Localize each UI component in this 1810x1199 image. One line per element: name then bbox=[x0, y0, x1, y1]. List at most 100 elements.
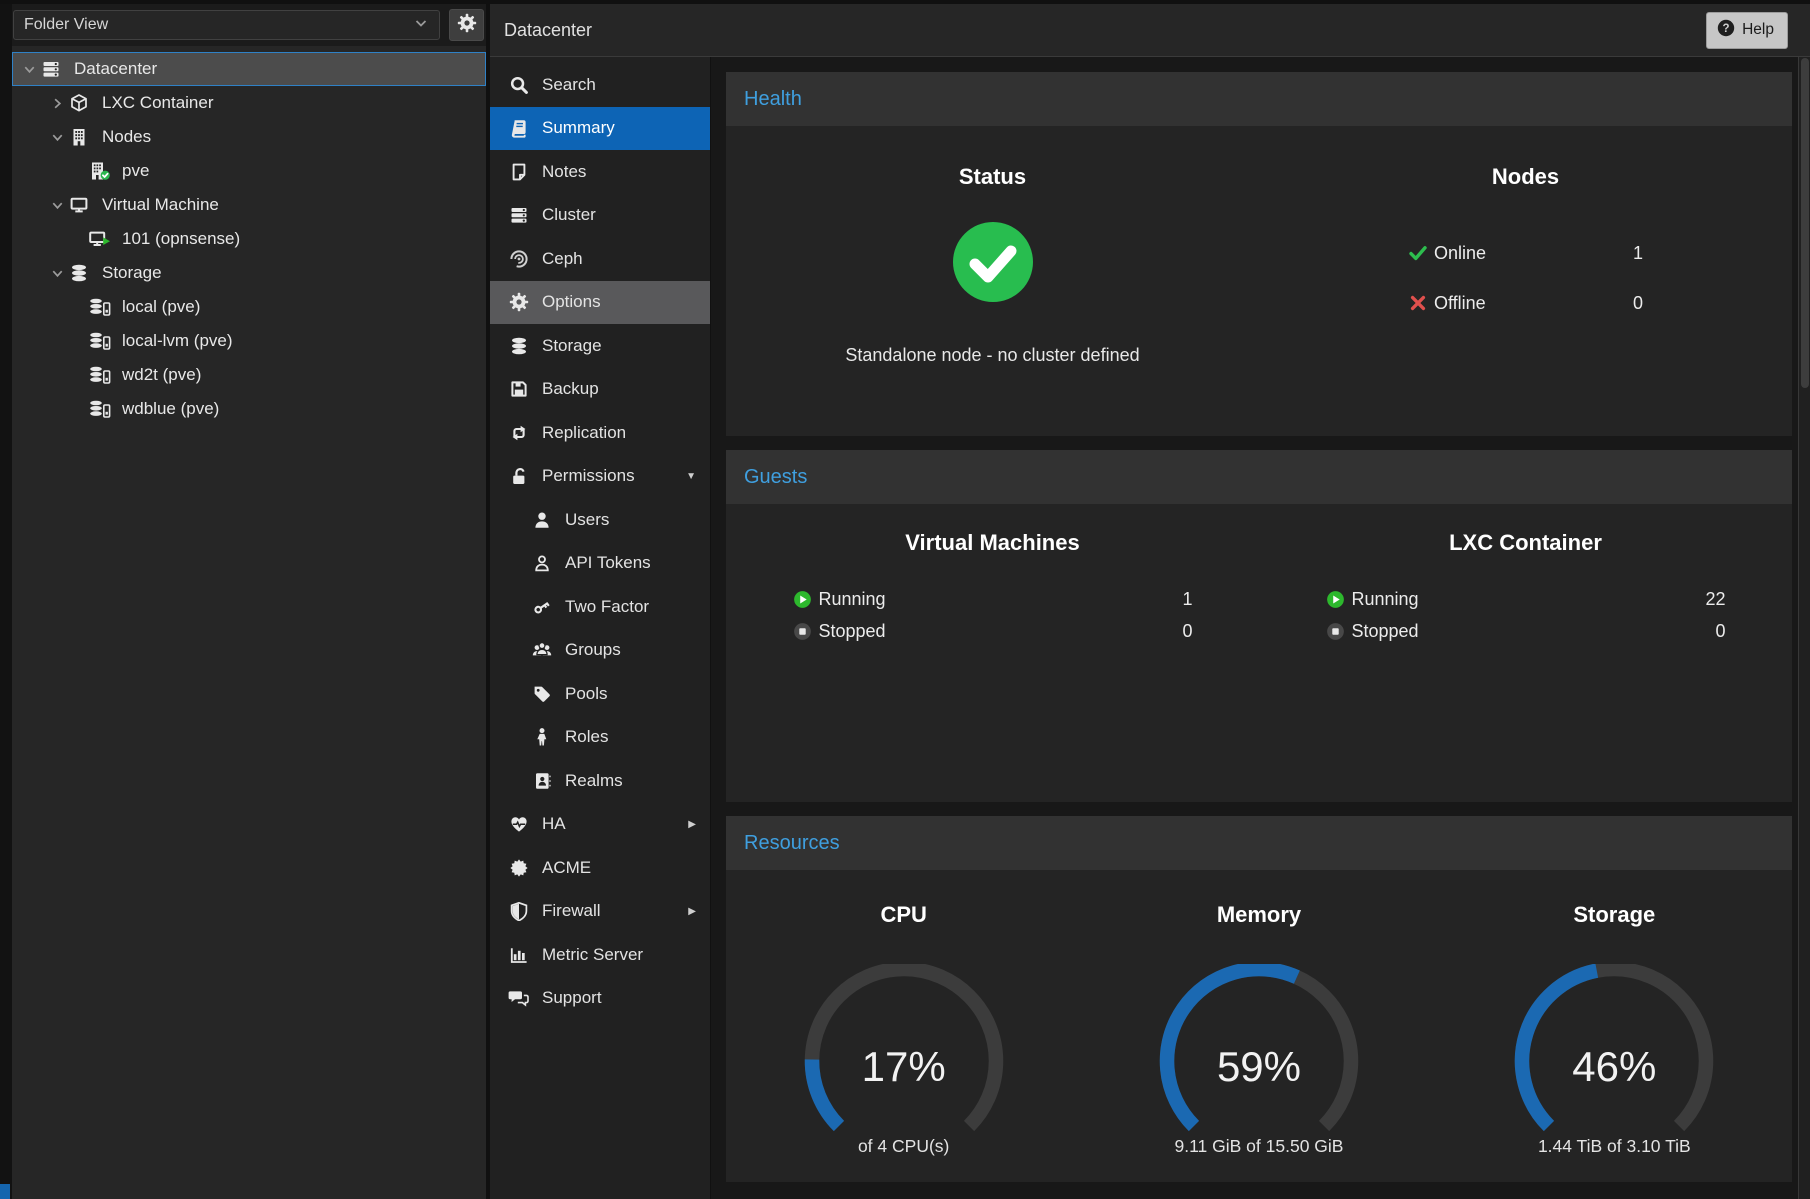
chevron-right-icon[interactable] bbox=[46, 96, 68, 111]
vertical-scrollbar[interactable] bbox=[1798, 57, 1810, 1199]
collapsed-panel-edge bbox=[0, 1184, 10, 1199]
proxmox-datacenter-window: Folder View Datacenter LXC Container Nodes… bbox=[0, 0, 1810, 1199]
check-icon bbox=[1408, 243, 1434, 263]
guests-panel-title: Guests bbox=[744, 466, 807, 489]
view-selector[interactable]: Folder View bbox=[13, 10, 440, 40]
nav-item-storage[interactable]: Storage bbox=[490, 324, 710, 368]
nav-item-ha[interactable]: HA▶ bbox=[490, 803, 710, 847]
svg-text:?: ? bbox=[1723, 23, 1730, 35]
guest-status-label: Stopped bbox=[819, 621, 886, 642]
scrollbar-thumb[interactable] bbox=[1801, 58, 1809, 388]
nav-item-ceph[interactable]: Ceph bbox=[490, 237, 710, 281]
nav-item-groups[interactable]: Groups bbox=[490, 629, 710, 673]
nav-item-cluster[interactable]: Cluster bbox=[490, 194, 710, 238]
chevron-down-icon[interactable] bbox=[46, 266, 68, 281]
tree-item-wdblue-pve[interactable]: wdblue (pve) bbox=[12, 392, 486, 426]
chevron-down-icon bbox=[413, 15, 429, 36]
view-selector-value: Folder View bbox=[24, 16, 413, 34]
guest-rows: Running22Stopped0 bbox=[1326, 584, 1726, 648]
nav-item-replication[interactable]: Replication bbox=[490, 411, 710, 455]
nav-item-api-tokens[interactable]: API Tokens bbox=[490, 542, 710, 586]
comments-icon bbox=[507, 988, 531, 1008]
nav-item-label: Groups bbox=[565, 640, 621, 660]
address-book-icon bbox=[530, 771, 554, 791]
guests-column-heading: LXC Container bbox=[1449, 530, 1602, 556]
database-icon bbox=[507, 336, 531, 356]
nav-item-label: API Tokens bbox=[565, 553, 651, 573]
chevron-down-icon[interactable] bbox=[18, 62, 40, 77]
database-icon bbox=[68, 263, 98, 283]
nav-item-roles[interactable]: Roles bbox=[490, 716, 710, 760]
nav-item-search[interactable]: Search bbox=[490, 63, 710, 107]
status-ok-icon bbox=[951, 220, 1035, 309]
resource-column-storage: Storage46%1.44 TiB of 3.10 TiB bbox=[1437, 870, 1792, 1182]
monitor-icon bbox=[68, 195, 98, 215]
nav-item-users[interactable]: Users bbox=[490, 498, 710, 542]
caret-right-icon: ▶ bbox=[688, 906, 696, 917]
nav-item-label: Roles bbox=[565, 727, 608, 747]
heartbeat-icon bbox=[507, 814, 531, 834]
gauge-caption: 9.11 GiB of 15.50 GiB bbox=[1175, 1136, 1344, 1157]
node-status-row-offline: Offline0 bbox=[1408, 288, 1643, 318]
tree-settings-button[interactable] bbox=[449, 9, 484, 41]
nav-item-two-factor[interactable]: Two Factor bbox=[490, 585, 710, 629]
chevron-down-icon[interactable] bbox=[46, 130, 68, 145]
nav-item-summary[interactable]: Summary bbox=[490, 107, 710, 151]
health-panel-header: Health bbox=[726, 72, 1792, 126]
left-edge-strip bbox=[0, 4, 12, 1199]
guests-column-virtual-machines: Virtual MachinesRunning1Stopped0 bbox=[726, 504, 1259, 802]
guests-panel-header: Guests bbox=[726, 450, 1792, 504]
floppy-icon bbox=[507, 379, 531, 399]
tree-item-datacenter[interactable]: Datacenter bbox=[12, 52, 486, 86]
nav-item-backup[interactable]: Backup bbox=[490, 368, 710, 412]
tree-item-label: 101 (opnsense) bbox=[122, 229, 240, 249]
nav-item-acme[interactable]: ACME bbox=[490, 846, 710, 890]
tree-item-label: LXC Container bbox=[102, 93, 214, 113]
building-icon bbox=[68, 127, 98, 147]
tree-item-virtual-machine[interactable]: Virtual Machine bbox=[12, 188, 486, 222]
tree-item-label: Storage bbox=[102, 263, 162, 283]
nav-item-support[interactable]: Support bbox=[490, 977, 710, 1021]
storage-disk-icon bbox=[88, 331, 118, 351]
guest-status-value: 1 bbox=[1182, 589, 1192, 610]
times-icon bbox=[1408, 293, 1434, 313]
nav-item-label: Options bbox=[542, 292, 601, 312]
nav-item-pools[interactable]: Pools bbox=[490, 672, 710, 716]
nav-item-permissions[interactable]: Permissions▼ bbox=[490, 455, 710, 499]
chevron-down-icon[interactable] bbox=[46, 198, 68, 213]
caret-right-icon: ▶ bbox=[688, 819, 696, 830]
nav-item-options[interactable]: Options bbox=[490, 281, 710, 325]
cluster-status-column: Status Standalone node - no cluster defi… bbox=[726, 126, 1259, 436]
tree-item-wd2t-pve[interactable]: wd2t (pve) bbox=[12, 358, 486, 392]
tree-item-pve[interactable]: pve bbox=[12, 154, 486, 188]
nav-item-label: Summary bbox=[542, 118, 615, 138]
tree-item-lxc-container[interactable]: LXC Container bbox=[12, 86, 486, 120]
tree-item-local-lvm-pve[interactable]: local-lvm (pve) bbox=[12, 324, 486, 358]
nav-item-label: Storage bbox=[542, 336, 602, 356]
nav-item-realms[interactable]: Realms bbox=[490, 759, 710, 803]
tree-item-local-pve[interactable]: local (pve) bbox=[12, 290, 486, 324]
guest-status-value: 0 bbox=[1182, 621, 1192, 642]
tree-item-101-opnsense[interactable]: 101 (opnsense) bbox=[12, 222, 486, 256]
health-panel-title: Health bbox=[744, 88, 802, 111]
guest-status-row-stopped: Stopped0 bbox=[1326, 616, 1726, 646]
content-area: Health Status bbox=[711, 57, 1810, 1199]
nav-item-metric-server[interactable]: Metric Server bbox=[490, 933, 710, 977]
tree-item-label: Virtual Machine bbox=[102, 195, 219, 215]
nav-item-notes[interactable]: Notes bbox=[490, 150, 710, 194]
nav-item-label: Ceph bbox=[542, 249, 583, 269]
tree-item-nodes[interactable]: Nodes bbox=[12, 120, 486, 154]
health-panel: Health Status bbox=[726, 72, 1792, 436]
help-button[interactable]: ? Help bbox=[1706, 12, 1788, 49]
help-icon: ? bbox=[1717, 19, 1735, 42]
resources-panel: Resources CPU17%of 4 CPU(s)Memory59%9.11… bbox=[726, 816, 1792, 1182]
ceph-icon bbox=[507, 249, 531, 269]
unlock-icon bbox=[507, 466, 531, 486]
tree-item-storage[interactable]: Storage bbox=[12, 256, 486, 290]
nav-item-label: Pools bbox=[565, 684, 608, 704]
gauge-caption: 1.44 TiB of 3.10 TiB bbox=[1538, 1136, 1691, 1157]
page-title: Datacenter bbox=[490, 20, 592, 41]
nav-item-firewall[interactable]: Firewall ▶ bbox=[490, 890, 710, 934]
nav-item-label: Firewall bbox=[542, 901, 601, 921]
guest-status-value: 0 bbox=[1715, 621, 1725, 642]
